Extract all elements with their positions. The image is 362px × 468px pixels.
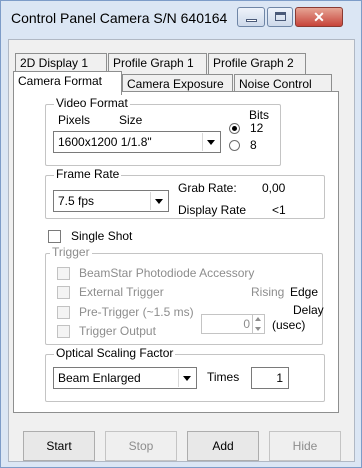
delay-label: Delay [293, 303, 324, 317]
optical-scaling-select[interactable]: Beam Enlarged [53, 367, 197, 389]
bits-label: Bits [249, 108, 270, 122]
delay-spinner[interactable]: 0 [201, 314, 265, 334]
edge-label: Edge [290, 285, 319, 299]
single-shot-label: Single Shot [71, 229, 133, 243]
pre-trigger-label: Pre-Trigger (~1.5 ms) [79, 305, 194, 319]
times-input[interactable]: 1 [251, 367, 289, 389]
minimize-icon [246, 19, 257, 22]
display-rate-value: <1 [272, 203, 286, 217]
video-format-select[interactable]: 1600x1200 1/1.8" [53, 131, 221, 153]
beamstar-checkbox[interactable] [57, 267, 70, 280]
times-label: Times [207, 370, 240, 384]
video-format-legend: Video Format [54, 96, 130, 110]
delay-value: 0 [243, 317, 250, 331]
display-rate-label: Display Rate [178, 203, 247, 217]
frame-rate-value: 7.5 fps [58, 194, 95, 208]
chevron-down-icon [178, 369, 195, 387]
grab-rate-value: 0,00 [262, 181, 286, 195]
tab-camera-format[interactable]: Camera Format [13, 71, 122, 95]
pixels-label: Pixels [58, 113, 91, 127]
close-button[interactable]: ✕ [295, 7, 343, 27]
bits-12-radio[interactable] [229, 123, 240, 134]
bits-8-radio[interactable] [229, 140, 240, 151]
chevron-down-icon [202, 133, 219, 151]
pre-trigger-checkbox[interactable] [57, 306, 70, 319]
control-panel-window: Control Panel Camera S/N 640164 ✕ 2D Dis… [0, 0, 362, 468]
start-button[interactable]: Start [23, 431, 95, 461]
frame-rate-legend: Frame Rate [54, 167, 122, 181]
chevron-down-icon [150, 192, 167, 210]
maximize-button[interactable] [267, 7, 293, 27]
close-icon: ✕ [313, 9, 325, 25]
single-shot-checkbox[interactable] [48, 230, 61, 243]
rising-edge-label: Rising [251, 285, 285, 299]
optical-scaling-value: Beam Enlarged [58, 371, 141, 385]
trigger-output-checkbox[interactable] [57, 325, 70, 338]
optical-scaling-legend: Optical Scaling Factor [54, 346, 176, 360]
frame-rate-select[interactable]: 7.5 fps [53, 190, 169, 212]
tab-profile-graph-2[interactable]: Profile Graph 2 [208, 53, 306, 74]
tab-profile-graph-1[interactable]: Profile Graph 1 [108, 53, 207, 74]
trigger-output-label: Trigger Output [79, 324, 156, 338]
video-format-value: 1600x1200 1/1.8" [58, 135, 152, 149]
external-trigger-label: External Trigger [79, 285, 164, 299]
trigger-legend: Trigger [50, 245, 92, 259]
maximize-icon [275, 12, 286, 21]
window-title: Control Panel Camera S/N 640164 [11, 10, 228, 26]
size-label: Size [119, 113, 143, 127]
grab-rate-label: Grab Rate: [178, 181, 237, 195]
stop-button[interactable]: Stop [105, 431, 177, 461]
hide-button[interactable]: Hide [269, 431, 341, 461]
external-trigger-checkbox[interactable] [57, 286, 70, 299]
spinner-arrows-icon[interactable] [252, 315, 264, 333]
bits-12-label: 12 [250, 121, 264, 135]
minimize-button[interactable] [237, 7, 265, 27]
title-bar[interactable]: Control Panel Camera S/N 640164 ✕ [1, 1, 361, 39]
beamstar-label: BeamStar Photodiode Accessory [79, 266, 255, 280]
delay-unit-label: (usec) [272, 318, 306, 332]
bits-8-label: 8 [250, 138, 257, 152]
add-button[interactable]: Add [187, 431, 259, 461]
